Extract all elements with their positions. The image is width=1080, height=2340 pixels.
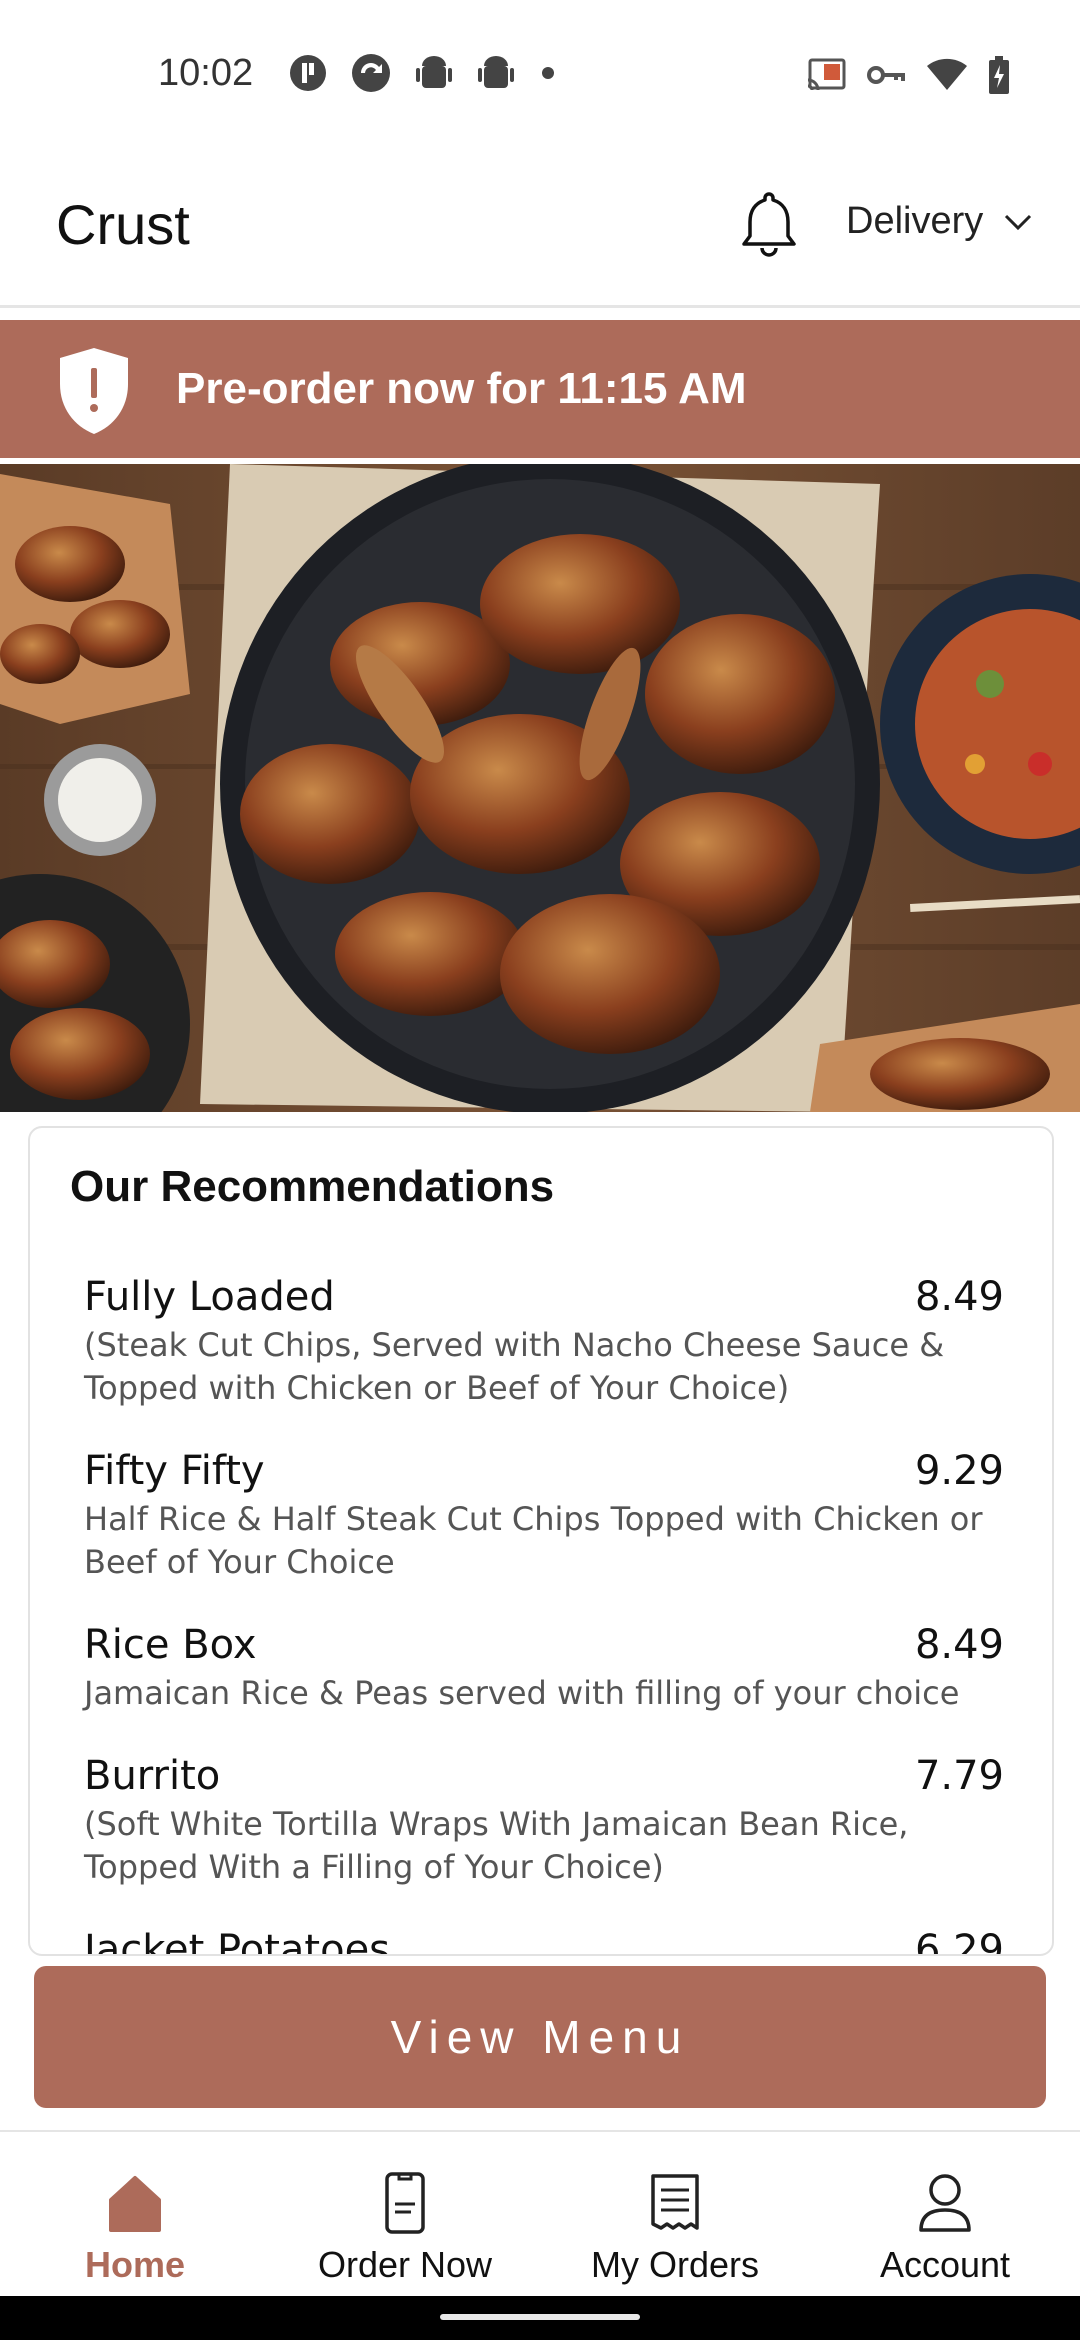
item-name: Rice Box: [84, 1622, 257, 1668]
bottom-navigation: Home Order Now My Orders Account: [0, 2130, 1080, 2296]
recommendations-title: Our Recommendations: [70, 1162, 555, 1211]
sync-notification-icon: [352, 54, 390, 92]
android-icon: [416, 56, 452, 88]
recommendation-item[interactable]: Burrito 7.79 (Soft White Tortilla Wraps …: [84, 1753, 1004, 1889]
chevron-down-icon: [1005, 214, 1032, 230]
status-time: 10:02: [158, 52, 254, 94]
wifi-icon: [927, 58, 967, 90]
item-description: (Steak Cut Chips, Served with Nacho Chee…: [84, 1326, 945, 1407]
recommendation-item[interactable]: Fifty Fifty 9.29 Half Rice & Half Steak …: [84, 1448, 1004, 1584]
hero-food-image: [0, 464, 1080, 1112]
nav-order-now-label: Order Now: [317, 2244, 493, 2285]
item-name: Fifty Fifty: [84, 1448, 265, 1494]
recommendations-card: Our Recommendations Fully Loaded 8.49 (S…: [28, 1126, 1054, 1956]
item-price: 6.29: [914, 1927, 1004, 1956]
app-bar: Crust Delivery: [0, 150, 1080, 308]
item-description: (Soft White Tortilla Wraps With Jamaican…: [84, 1805, 909, 1886]
app-notification-icon: [290, 55, 326, 91]
view-menu-button[interactable]: View Menu: [34, 1966, 1046, 2108]
phone-order-icon: [385, 2172, 425, 2234]
status-notification-icons: [288, 52, 558, 94]
nav-home[interactable]: Home: [0, 2132, 270, 2296]
shield-alert-icon: [60, 348, 128, 434]
preorder-banner: Pre-order now for 11:15 AM: [0, 320, 1080, 458]
notifications-bell-icon[interactable]: [740, 188, 798, 260]
item-name: Jacket Potatoes: [84, 1927, 391, 1956]
hero-illustration: [0, 464, 1080, 1112]
home-icon: [109, 2176, 161, 2232]
nav-my-orders-label: My Orders: [590, 2244, 759, 2285]
item-name: Fully Loaded: [84, 1274, 335, 1320]
item-description: Jamaican Rice & Peas served with filling…: [84, 1674, 960, 1712]
delivery-mode-dropdown[interactable]: Delivery: [846, 200, 1033, 243]
nav-account-label: Account: [879, 2244, 1011, 2285]
system-navigation-bar: [0, 2296, 1080, 2340]
android-icon-2: [478, 56, 514, 88]
recommendation-item[interactable]: Rice Box 8.49 Jamaican Rice & Peas serve…: [84, 1622, 1004, 1715]
item-price: 8.49: [914, 1622, 1004, 1668]
recommendations-list: Fully Loaded 8.49 (Steak Cut Chips, Serv…: [84, 1274, 1004, 1956]
nav-account[interactable]: Account: [810, 2132, 1080, 2296]
dot-icon: [542, 67, 554, 79]
recommendation-item[interactable]: Jacket Potatoes 6.29: [84, 1927, 1004, 1956]
status-bar: 10:02: [0, 0, 1080, 150]
nav-order-now[interactable]: Order Now: [270, 2132, 540, 2296]
item-name: Burrito: [84, 1753, 221, 1799]
person-icon: [919, 2174, 971, 2232]
preorder-banner-text: Pre-order now for 11:15 AM: [176, 364, 747, 413]
item-price: 9.29: [914, 1448, 1004, 1494]
home-gesture-handle[interactable]: [440, 2314, 640, 2320]
recommendation-item[interactable]: Fully Loaded 8.49 (Steak Cut Chips, Serv…: [84, 1274, 1004, 1410]
item-price: 7.79: [914, 1753, 1004, 1799]
key-icon: [867, 66, 905, 84]
cast-icon: [807, 58, 846, 91]
nav-home-label: Home: [84, 2244, 186, 2285]
status-system-icons: [806, 56, 1010, 94]
view-menu-label: View Menu: [390, 2011, 690, 2063]
battery-charging-icon: [989, 56, 1009, 94]
item-price: 8.49: [914, 1274, 1004, 1320]
delivery-mode-label: Delivery: [846, 200, 984, 242]
app-title: Crust: [56, 193, 190, 256]
receipt-icon: [651, 2174, 699, 2230]
item-description: Half Rice & Half Steak Cut Chips Topped …: [84, 1500, 983, 1581]
nav-my-orders[interactable]: My Orders: [540, 2132, 810, 2296]
